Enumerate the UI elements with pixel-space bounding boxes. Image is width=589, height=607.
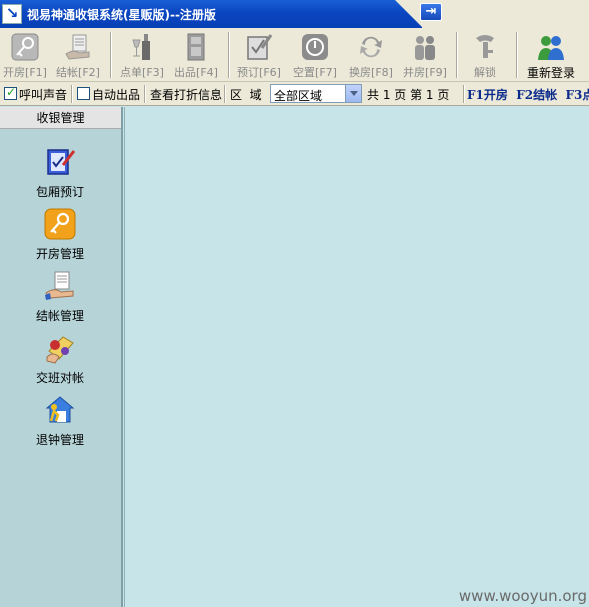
options-separator <box>224 85 226 103</box>
checkout-hand-icon <box>65 34 90 60</box>
toolbar: 开房[F1] 结帐[F2] 点单[F3] 出品[F4] 预订[F6] 空置[F7… <box>0 28 589 82</box>
sidebar-item-booking[interactable]: 包厢预订 <box>0 145 120 200</box>
change-room-label: 换房[F8] <box>349 66 393 79</box>
booking-icon <box>47 149 76 175</box>
titlebar-corner <box>395 0 423 28</box>
options-separator <box>144 85 146 103</box>
vacant-label: 空置[F7] <box>293 66 337 79</box>
area-select-value: 全部区域 <box>274 89 323 103</box>
unlock-label: 解锁 <box>474 66 496 79</box>
area-label: 区 域 <box>230 88 262 102</box>
clipboard-pen-icon <box>247 34 273 60</box>
options-bar: 呼叫声音 自动出品 查看打折信息 区 域 全部区域 共 1 页 第 1 页 F1… <box>0 82 589 106</box>
auto-dispatch-label: 自动出品 <box>92 88 141 102</box>
order-button[interactable]: 点单[F3] <box>116 29 168 81</box>
swap-arrows-icon <box>360 36 382 58</box>
key-icon <box>11 33 39 61</box>
key-icon <box>44 208 76 240</box>
options-separator <box>71 85 73 103</box>
merge-room-label: 并房[F9] <box>403 66 447 79</box>
chevron-down-icon[interactable] <box>345 85 361 102</box>
room-view-area[interactable]: www.wooyun.org <box>124 107 589 607</box>
sidebar-item-time-refund[interactable]: 退钟管理 <box>0 393 120 448</box>
relogin-button[interactable]: 重新登录 <box>520 29 582 81</box>
app-icon[interactable]: ↘ <box>2 4 22 24</box>
sidebar-item-shift-handover[interactable]: 交班对帐 <box>0 331 120 386</box>
users-login-icon <box>538 36 564 60</box>
call-sound-checkbox[interactable] <box>4 85 17 100</box>
toolbar-separator <box>456 32 458 78</box>
reserve-button[interactable]: 预订[F6] <box>232 29 286 81</box>
sidebar-item-label: 开房管理 <box>35 247 84 261</box>
view-discount-button[interactable]: 查看打折信息 <box>150 86 222 103</box>
sidebar-item-checkout[interactable]: 结帐管理 <box>0 269 120 324</box>
auto-dispatch-checkbox[interactable] <box>77 87 90 100</box>
checkout-hand-icon <box>45 271 74 300</box>
sidebar-item-label: 交班对帐 <box>35 371 84 385</box>
cabinet-icon <box>187 33 205 61</box>
unlock-button[interactable]: 解锁 <box>460 29 510 81</box>
sidebar-item-label: 包厢预订 <box>35 185 84 199</box>
sidebar-header[interactable]: 收银管理 <box>0 107 121 129</box>
sidebar: 收银管理 包厢预订 开房管理 结帐管理 交班对帐 退钟管理 <box>0 107 123 607</box>
group-users-icon <box>415 36 435 60</box>
home-runner-icon <box>45 396 75 423</box>
watermark: www.wooyun.org <box>458 587 587 605</box>
dispatch-label: 出品[F4] <box>174 66 218 79</box>
call-sound-label: 呼叫声音 <box>19 88 68 102</box>
checkout-button[interactable]: 结帐[F2] <box>52 29 104 81</box>
titlebar-right-area <box>422 0 589 28</box>
unlock-key-icon <box>476 35 494 58</box>
wine-bottle-icon <box>132 34 150 60</box>
window-title: 视易神通收银系统(星贩版)--注册版 <box>27 8 216 22</box>
options-separator <box>463 85 465 103</box>
open-room-button[interactable]: 开房[F1] <box>0 29 50 81</box>
title-bar: ↘ 视易神通收银系统(星贩版)--注册版 ⇥ <box>0 0 589 28</box>
vacant-button[interactable]: 空置[F7] <box>288 29 342 81</box>
shift-handover-icon <box>46 336 74 364</box>
change-room-button[interactable]: 换房[F8] <box>344 29 398 81</box>
page-indicator: 共 1 页 第 1 页 <box>367 88 450 102</box>
order-label: 点单[F3] <box>120 66 164 79</box>
power-icon <box>302 34 328 60</box>
area-select[interactable]: 全部区域 <box>270 84 362 103</box>
toolbar-separator <box>110 32 112 78</box>
pin-button[interactable]: ⇥ <box>420 3 442 21</box>
sidebar-item-open-room[interactable]: 开房管理 <box>0 207 120 262</box>
shortcut-hint: F1开房 F2结帐 F3点 <box>467 88 589 102</box>
toolbar-separator <box>516 32 518 78</box>
merge-room-button[interactable]: 并房[F9] <box>398 29 452 81</box>
reserve-label: 预订[F6] <box>237 66 281 79</box>
toolbar-separator <box>228 32 230 78</box>
relogin-label: 重新登录 <box>526 66 575 80</box>
checkout-label: 结帐[F2] <box>56 66 100 79</box>
sidebar-item-label: 退钟管理 <box>35 433 84 447</box>
dispatch-button[interactable]: 出品[F4] <box>170 29 222 81</box>
open-room-label: 开房[F1] <box>3 66 47 79</box>
sidebar-item-label: 结帐管理 <box>35 309 84 323</box>
